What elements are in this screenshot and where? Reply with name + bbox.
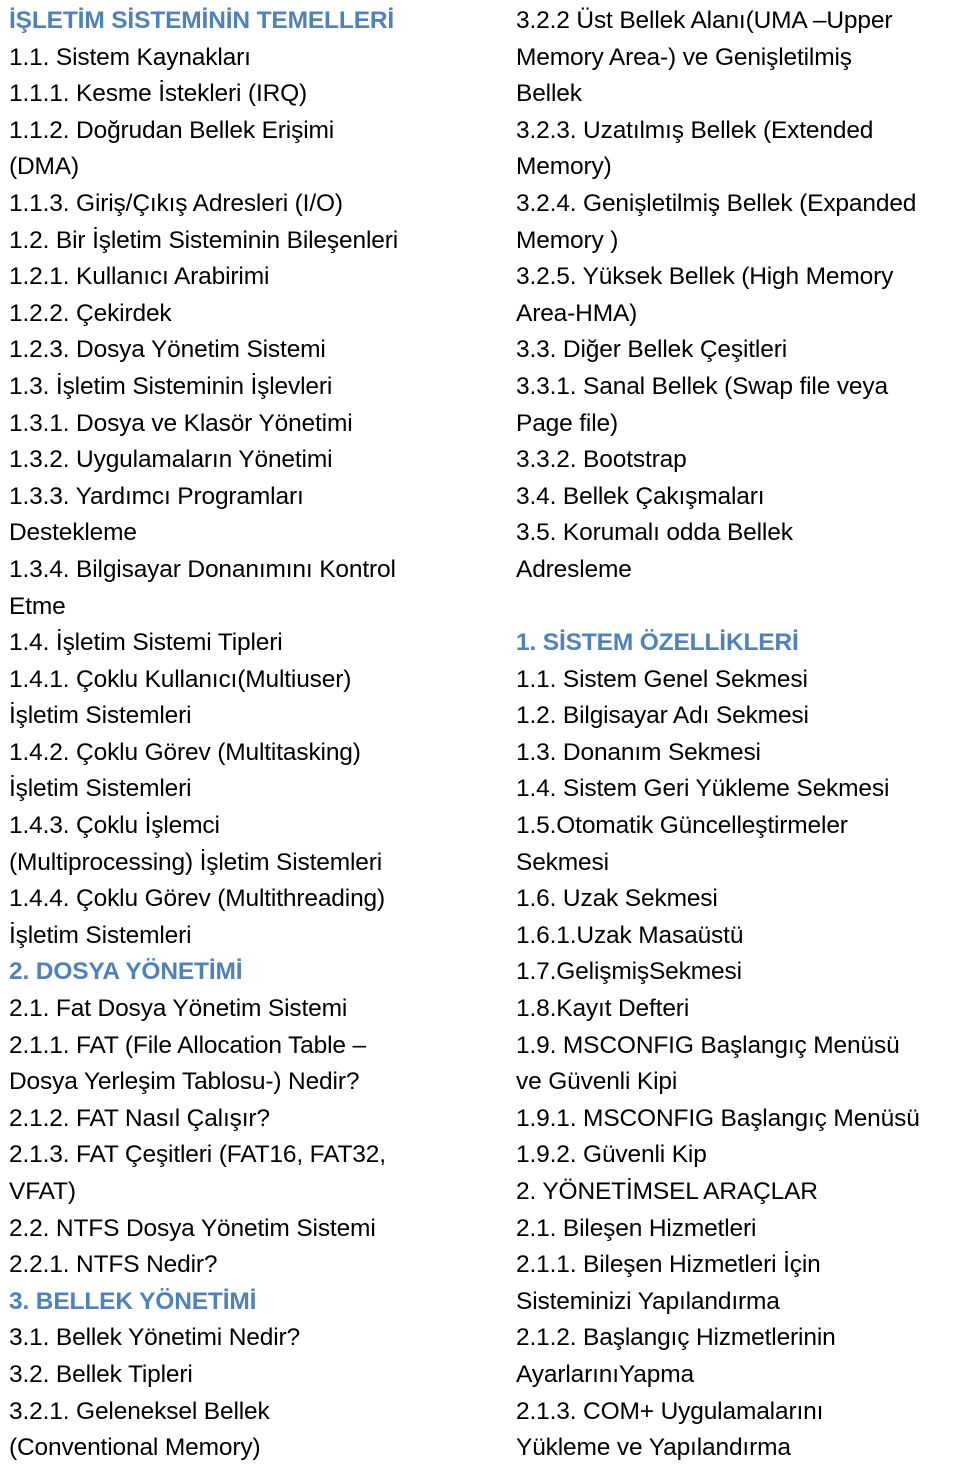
toc-column-left: İŞLETİM SİSTEMİNİN TEMELLERİ 1.1. Sistem … [0,0,506,1467]
toc-right-entry[interactable]: 1.9.2. Güvenli Kip [516,1137,956,1174]
toc-right-entry[interactable]: Adresleme [516,552,956,589]
toc-right-entry[interactable]: Area-HMA) [516,296,956,333]
toc-right-entry[interactable]: Page file) [516,406,956,443]
toc-left-entry[interactable]: 1.4. İşletim Sistemi Tipleri [9,625,498,662]
toc-right-entry[interactable]: 1.2. Bilgisayar Adı Sekmesi [516,698,956,735]
toc-right-spacer [516,589,956,626]
toc-right-entry[interactable]: 2.1. Bileşen Hizmetleri [516,1211,956,1248]
toc-right-entry[interactable]: 1.4. Sistem Geri Yükleme Sekmesi [516,771,956,808]
toc-left-entry[interactable]: 2.1.1. FAT (File Allocation Table – [9,1028,498,1065]
toc-right-entry[interactable]: 3.3.1. Sanal Bellek (Swap file veya [516,369,956,406]
toc-left-entry[interactable]: İşletim Sistemleri [9,771,498,808]
toc-right-entry[interactable]: 1.6.1.Uzak Masaüstü [516,918,956,955]
toc-right-entry[interactable]: 3.4. Bellek Çakışmaları [516,479,956,516]
toc-left-entry[interactable]: 2.1. Fat Dosya Yönetim Sistemi [9,991,498,1028]
toc-right-entry[interactable]: Bellek [516,76,956,113]
toc-left-entry[interactable]: 1.2.3. Dosya Yönetim Sistemi [9,332,498,369]
toc-right-entry[interactable]: 3.2.3. Uzatılmış Bellek (Extended [516,113,956,150]
toc-right-entry[interactable]: 1.5.Otomatik Güncelleştirmeler [516,808,956,845]
toc-left-entry[interactable]: 2.1.3. FAT Çeşitleri (FAT16, FAT32, [9,1137,498,1174]
toc-right-entry[interactable]: ve Güvenli Kipi [516,1064,956,1101]
toc-left-entry[interactable]: 1.2.1. Kullanıcı Arabirimi [9,259,498,296]
toc-left-entry[interactable]: 1.4.3. Çoklu İşlemci [9,808,498,845]
toc-left-entry[interactable]: 1.4.4. Çoklu Görev (Multithreading) [9,881,498,918]
toc-left-entry[interactable]: 1.3.2. Uygulamaların Yönetimi [9,442,498,479]
toc-right-entry[interactable]: 3.3. Diğer Bellek Çeşitleri [516,332,956,369]
toc-right-entry[interactable]: Sisteminizi Yapılandırma [516,1284,956,1321]
toc-columns: İŞLETİM SİSTEMİNİN TEMELLERİ 1.1. Sistem … [0,0,960,1461]
toc-right-entry[interactable]: Sekmesi [516,845,956,882]
toc-right-entry[interactable]: 3.2.2 Üst Bellek Alanı(UMA –Upper [516,3,956,40]
toc-right-entry[interactable]: 2.1.2. Başlangıç Hizmetlerinin [516,1320,956,1357]
toc-left-entry[interactable]: 3.2. Bellek Tipleri [9,1357,498,1394]
toc-left-entry[interactable]: 1.1.1. Kesme İstekleri (IRQ) [9,76,498,113]
toc-right-entry[interactable]: 3.3.2. Bootstrap [516,442,956,479]
toc-right-entry[interactable]: 3.2.5. Yüksek Bellek (High Memory [516,259,956,296]
toc-left-entry[interactable]: 1.3.3. Yardımcı Programları [9,479,498,516]
toc-right-heading[interactable]: 1. SİSTEM ÖZELLİKLERİ [516,625,956,662]
toc-right-entry[interactable]: AyarlarınıYapma [516,1357,956,1394]
toc-right-entry[interactable]: 1.6. Uzak Sekmesi [516,881,956,918]
toc-right-entry[interactable]: 1.8.Kayıt Defteri [516,991,956,1028]
toc-left-entry[interactable]: (Multiprocessing) İşletim Sistemleri [9,845,498,882]
toc-right-entry[interactable]: 3.5. Korumalı odda Bellek [516,515,956,552]
toc-right-entry[interactable]: Memory Area-) ve Genişletilmiş [516,40,956,77]
toc-left-entry[interactable]: Destekleme [9,515,498,552]
toc-left-entry[interactable]: İşletim Sistemleri [9,698,498,735]
toc-right-entry[interactable]: Yükleme ve Yapılandırma [516,1430,956,1467]
toc-left-entry[interactable]: VFAT) [9,1174,498,1211]
toc-right-entry[interactable]: Memory) [516,149,956,186]
toc-left-entry[interactable]: 1.3.1. Dosya ve Klasör Yönetimi [9,406,498,443]
toc-left-entry[interactable]: İşletim Sistemleri [9,918,498,955]
toc-left-entry[interactable]: 1.3. İşletim Sisteminin İşlevleri [9,369,498,406]
toc-left-entry[interactable]: 1.2.2. Çekirdek [9,296,498,333]
toc-page: İŞLETİM SİSTEMİNİN TEMELLERİ 1.1. Sistem … [0,0,960,1461]
toc-left-entry[interactable]: 1.1.2. Doğrudan Bellek Erişimi [9,113,498,150]
toc-right-entry[interactable]: 2.1.1. Bileşen Hizmetleri İçin [516,1247,956,1284]
toc-left-heading[interactable]: 3. BELLEK YÖNETİMİ [9,1284,498,1321]
toc-left-entry[interactable]: 2.1.2. FAT Nasıl Çalışır? [9,1101,498,1138]
toc-right-entry[interactable]: 1.9.1. MSCONFIG Başlangıç Menüsü [516,1101,956,1138]
toc-right-entry[interactable]: 2. YÖNETİMSEL ARAÇLAR [516,1174,956,1211]
toc-left-entry[interactable]: 2.2.1. NTFS Nedir? [9,1247,498,1284]
toc-left-entry[interactable]: 3.1. Bellek Yönetimi Nedir? [9,1320,498,1357]
toc-left-heading[interactable]: İŞLETİM SİSTEMİNİN TEMELLERİ [9,3,498,40]
toc-left-entry[interactable]: 1.1.3. Giriş/Çıkış Adresleri (I/O) [9,186,498,223]
toc-left-entry[interactable]: 1.2. Bir İşletim Sisteminin Bileşenleri [9,223,498,260]
toc-right-entry[interactable]: 2.1.3. COM+ Uygulamalarını [516,1394,956,1431]
toc-right-entry[interactable]: 1.1. Sistem Genel Sekmesi [516,662,956,699]
toc-column-right: 3.2.2 Üst Bellek Alanı(UMA –Upper Memory … [506,0,960,1467]
toc-right-entry[interactable]: Memory ) [516,223,956,260]
toc-left-entry[interactable]: 1.4.1. Çoklu Kullanıcı(Multiuser) [9,662,498,699]
toc-left-entry[interactable]: Etme [9,589,498,626]
toc-left-entry[interactable]: 1.3.4. Bilgisayar Donanımını Kontrol [9,552,498,589]
toc-left-entry[interactable]: Dosya Yerleşim Tablosu-) Nedir? [9,1064,498,1101]
toc-left-entry[interactable]: 1.1. Sistem Kaynakları [9,40,498,77]
toc-left-entry[interactable]: 2.2. NTFS Dosya Yönetim Sistemi [9,1211,498,1248]
toc-right-entry[interactable]: 1.9. MSCONFIG Başlangıç Menüsü [516,1028,956,1065]
toc-right-entry[interactable]: 3.2.4. Genişletilmiş Bellek (Expanded [516,186,956,223]
toc-right-entry[interactable]: 1.7.GelişmişSekmesi [516,954,956,991]
toc-left-entry[interactable]: 3.2.1. Geleneksel Bellek [9,1394,498,1431]
toc-left-heading[interactable]: 2. DOSYA YÖNETİMİ [9,954,498,991]
toc-left-entry[interactable]: 1.4.2. Çoklu Görev (Multitasking) [9,735,498,772]
toc-right-entry[interactable]: 1.3. Donanım Sekmesi [516,735,956,772]
toc-left-entry[interactable]: (DMA) [9,149,498,186]
toc-left-entry[interactable]: (Conventional Memory) [9,1430,498,1467]
